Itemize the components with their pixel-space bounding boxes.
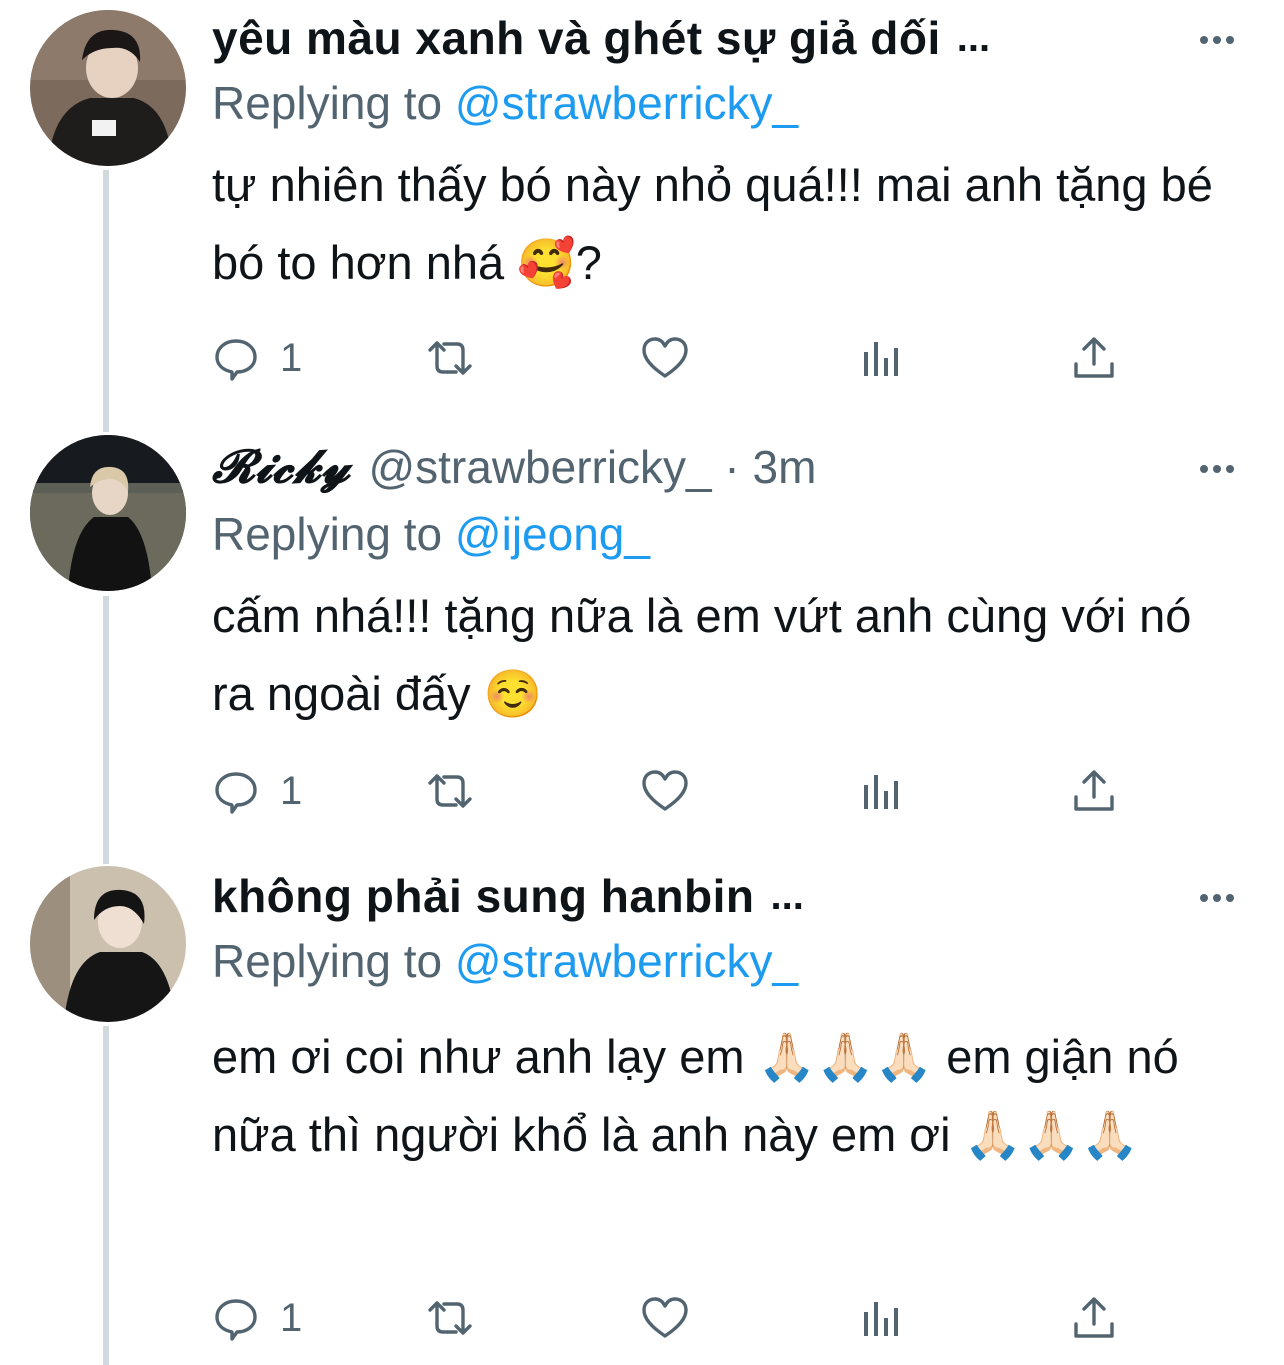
replying-to: Replying to @ijeong_ — [212, 508, 650, 560]
more-dots-icon[interactable] — [1200, 888, 1240, 908]
more-dots-icon[interactable] — [1200, 459, 1240, 479]
avatar[interactable] — [30, 10, 186, 166]
share-icon — [1074, 337, 1114, 378]
tweet-header: 𝓡𝓲𝓬𝓴𝔂 @strawberricky_ · 3m — [212, 437, 1164, 497]
share-button[interactable] — [1072, 761, 1116, 821]
tweet[interactable]: yêu màu xanh và ghét sự giả dối ... Repl… — [0, 0, 1284, 420]
display-name[interactable]: yêu màu xanh và ghét sự giả dối — [212, 11, 941, 65]
analytics-icon — [864, 1302, 898, 1336]
analytics-button[interactable] — [860, 328, 904, 388]
mention-link[interactable]: @strawberricky_ — [455, 935, 798, 987]
tweet-text: cấm nhá!!! tặng nữa là em vứt anh cùng v… — [212, 589, 1192, 720]
analytics-icon — [864, 775, 898, 809]
tweet-header: không phải sung hanbin ... — [212, 866, 1164, 926]
share-icon — [1074, 1297, 1114, 1338]
retweet-icon — [428, 1301, 472, 1335]
like-icon — [642, 337, 688, 378]
handle-and-time[interactable]: @strawberricky_ · 3m — [368, 440, 816, 494]
avatar[interactable] — [30, 866, 186, 1022]
reply-count: 1 — [280, 1295, 303, 1340]
tweet[interactable]: 𝓡𝓲𝓬𝓴𝔂 @strawberricky_ · 3m Replying to @… — [0, 425, 1284, 855]
retweet-icon — [428, 774, 472, 808]
replying-to: Replying to @strawberricky_ — [212, 77, 799, 129]
reply-count: 1 — [280, 335, 303, 380]
reply-count: 1 — [280, 768, 303, 813]
tweet-actions: 1 — [212, 761, 1132, 821]
retweet-button[interactable] — [422, 328, 478, 388]
analytics-icon — [864, 342, 898, 376]
replying-to: Replying to @strawberricky_ — [212, 935, 799, 987]
avatar[interactable] — [30, 435, 186, 591]
name-truncation: ... — [770, 873, 804, 918]
tweet-text: em ơi coi như anh lạy em 🙏🏻🙏🏻🙏🏻 em giận … — [212, 1030, 1179, 1161]
display-name[interactable]: 𝓡𝓲𝓬𝓴𝔂 — [212, 439, 350, 495]
retweet-icon — [428, 341, 472, 375]
tweet[interactable]: không phải sung hanbin ... Replying to @… — [0, 858, 1284, 1365]
display-name[interactable]: không phải sung hanbin — [212, 869, 755, 923]
reply-icon — [215, 772, 257, 814]
tweet-text: tự nhiên thấy bó này nhỏ quá!!! mai anh … — [212, 158, 1213, 289]
name-truncation: ... — [956, 15, 991, 60]
like-button[interactable] — [640, 1288, 690, 1348]
reply-button[interactable]: 1 — [212, 328, 302, 388]
retweet-button[interactable] — [422, 761, 478, 821]
reply-button[interactable]: 1 — [212, 761, 302, 821]
like-icon — [642, 770, 688, 811]
tweet-actions: 1 — [212, 328, 1132, 388]
analytics-button[interactable] — [860, 1288, 904, 1348]
more-dots-icon[interactable] — [1200, 30, 1240, 50]
retweet-button[interactable] — [422, 1288, 478, 1348]
share-icon — [1074, 770, 1114, 811]
tweet-header: yêu màu xanh và ghét sự giả dối ... — [212, 8, 1164, 68]
reply-button[interactable]: 1 — [212, 1288, 302, 1348]
reply-icon — [215, 339, 257, 381]
like-icon — [642, 1297, 688, 1338]
like-button[interactable] — [640, 328, 690, 388]
like-button[interactable] — [640, 761, 690, 821]
share-button[interactable] — [1072, 1288, 1116, 1348]
tweet-actions: 1 — [212, 1288, 1132, 1348]
mention-link[interactable]: @ijeong_ — [455, 508, 650, 560]
analytics-button[interactable] — [860, 761, 904, 821]
mention-link[interactable]: @strawberricky_ — [455, 77, 798, 129]
share-button[interactable] — [1072, 328, 1116, 388]
reply-icon — [215, 1299, 257, 1341]
